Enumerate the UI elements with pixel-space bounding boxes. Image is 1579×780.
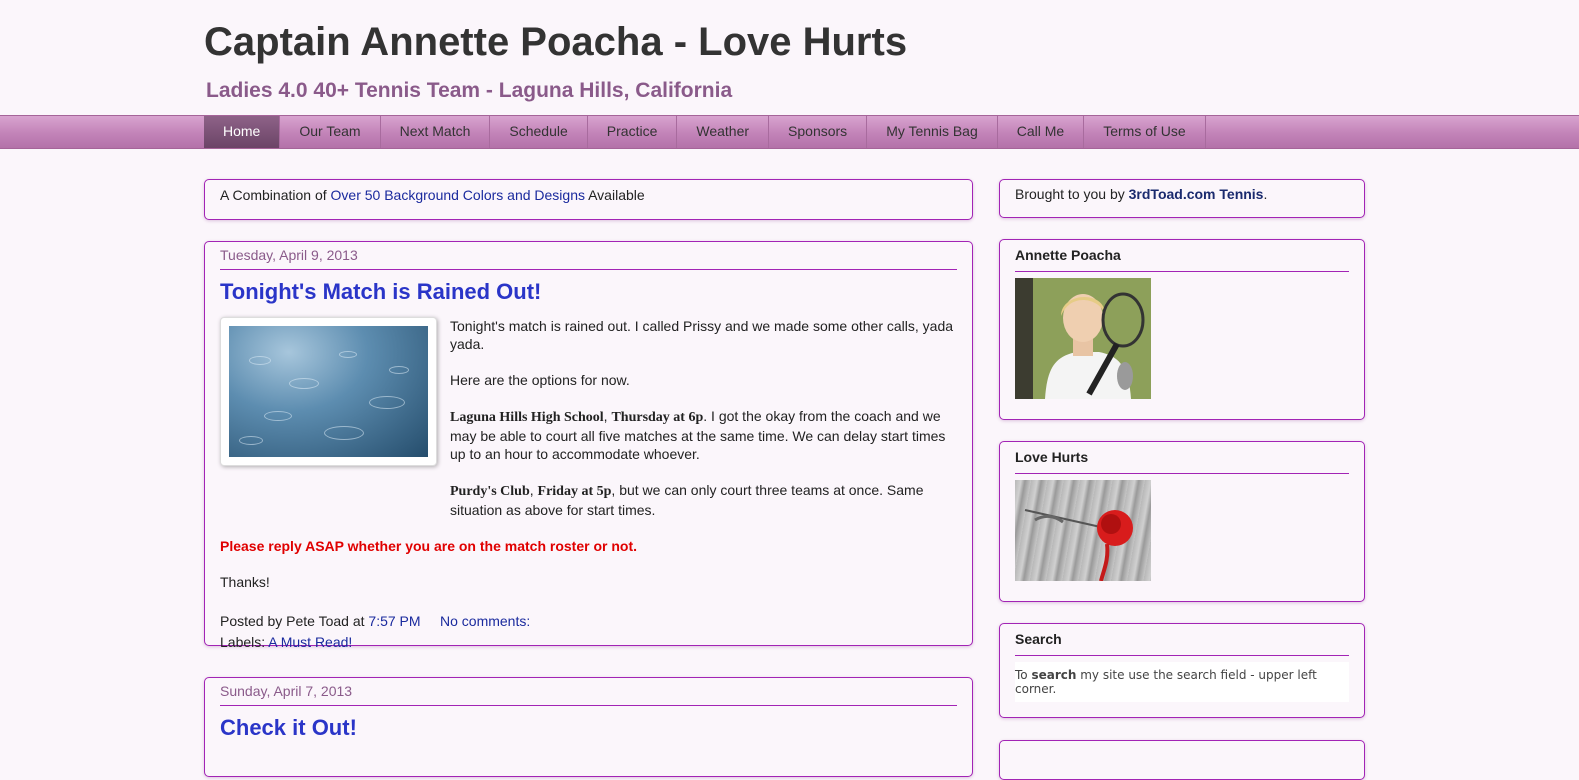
post-body: Tonight's match is rained out. I called … (220, 317, 957, 653)
post-text: Tonight's match is rained out. I called … (450, 317, 957, 519)
tab-call-me[interactable]: Call Me (998, 116, 1085, 148)
tab-home[interactable]: Home (204, 116, 281, 148)
post-date: Sunday, April 7, 2013 (220, 683, 957, 706)
thanks-text: Thanks! (220, 574, 270, 590)
post-title[interactable]: Tonight's Match is Rained Out! (220, 279, 957, 305)
post-title[interactable]: Check it Out! (220, 715, 957, 741)
blog-post: Tuesday, April 9, 2013 Tonight's Match i… (204, 241, 973, 650)
comments-link[interactable]: No comments: (440, 613, 530, 629)
widget-title: Love Hurts (1015, 449, 1349, 474)
blog-post: Sunday, April 7, 2013 Check it Out! (204, 677, 973, 777)
site-title[interactable]: Captain Annette Poacha - Love Hurts (204, 20, 907, 65)
tab-my-tennis-bag[interactable]: My Tennis Bag (867, 116, 998, 148)
tab-sponsors[interactable]: Sponsors (769, 116, 868, 148)
widget-next (999, 740, 1365, 780)
blog-header: Captain Annette Poacha - Love Hurts Ladi… (0, 0, 1579, 115)
rose-photo[interactable] (1015, 480, 1151, 581)
widget-title: Annette Poacha (1015, 247, 1349, 272)
nav-tabs: Home Our Team Next Match Schedule Practi… (204, 116, 1206, 148)
post-labels: Labels: A Must Read! (220, 634, 353, 650)
post-paragraph: Laguna Hills High School, Thursday at 6p… (450, 408, 946, 462)
widget-title: Search (1015, 631, 1349, 656)
search-note: To search my site use the search field -… (1015, 662, 1349, 702)
nav-bar: Home Our Team Next Match Schedule Practi… (0, 115, 1579, 149)
label-link[interactable]: A Must Read! (268, 634, 352, 650)
promo-prefix: A Combination of (220, 187, 331, 203)
widget-search: Search To search my site use the search … (999, 623, 1365, 718)
brought-by-box: Brought to you by 3rdToad.com Tennis. (999, 179, 1365, 218)
promo-suffix: Available (584, 187, 645, 203)
site-description: Ladies 4.0 40+ Tennis Team - Laguna Hill… (206, 79, 733, 102)
tab-our-team[interactable]: Our Team (280, 116, 381, 148)
promo-box: A Combination of Over 50 Background Colo… (204, 179, 973, 220)
tab-weather[interactable]: Weather (677, 116, 770, 148)
alert-text: Please reply ASAP whether you are on the… (220, 538, 638, 554)
widget-love-hurts: Love Hurts (999, 441, 1365, 602)
post-paragraph: Here are the options for now. (450, 372, 630, 388)
post-time-link[interactable]: 7:57 PM (368, 613, 420, 629)
tab-schedule[interactable]: Schedule (490, 116, 588, 148)
widget-annette: Annette Poacha (999, 239, 1365, 420)
post-date: Tuesday, April 9, 2013 (220, 247, 957, 270)
promo-link[interactable]: Over 50 Background Colors and Designs (331, 187, 585, 203)
post-paragraph: Purdy's Club, Friday at 5p, but we can o… (450, 482, 924, 518)
rain-picture (229, 326, 428, 457)
post-footer: Posted by Pete Toad at 7:57 PM No commen… (220, 613, 531, 629)
tab-next-match[interactable]: Next Match (381, 116, 491, 148)
tab-terms-of-use[interactable]: Terms of Use (1084, 116, 1206, 148)
post-paragraph: Tonight's match is rained out. I called … (450, 318, 954, 352)
tab-practice[interactable]: Practice (588, 116, 678, 148)
annette-photo[interactable] (1015, 278, 1151, 399)
rain-image[interactable] (220, 317, 437, 466)
brought-by-link[interactable]: 3rdToad.com Tennis (1129, 186, 1264, 202)
